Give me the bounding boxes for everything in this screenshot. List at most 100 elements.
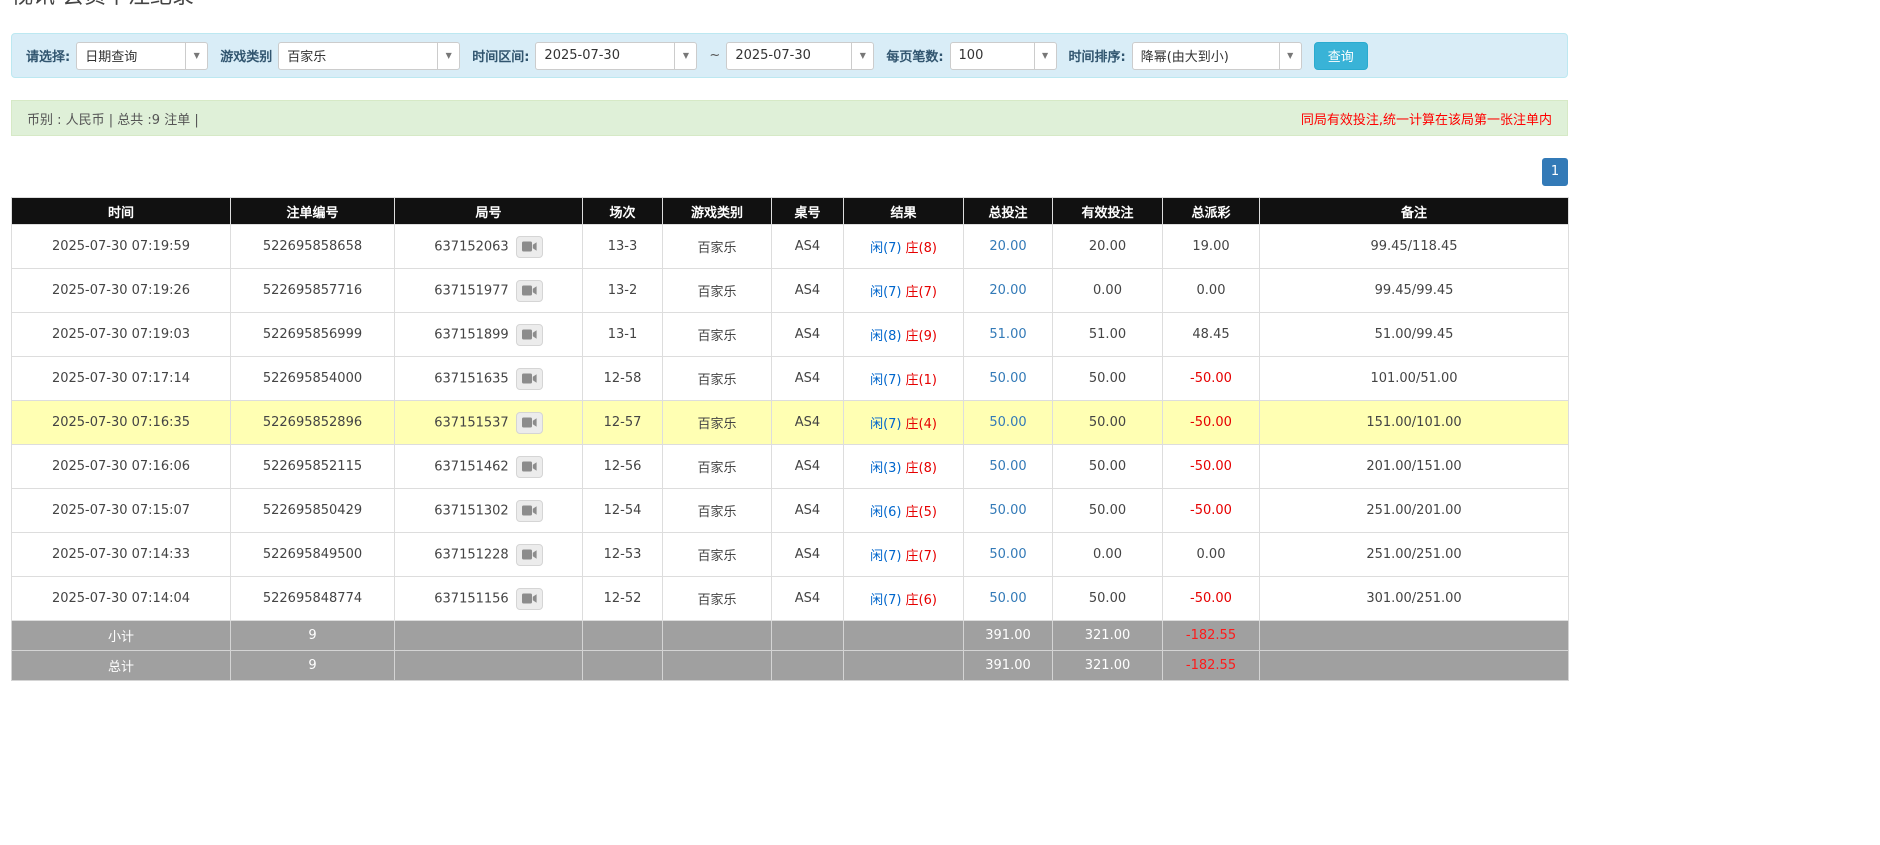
cell-total-bet: 50.00 — [963, 400, 1053, 445]
cell-result: 闲(7) 庄(7) — [843, 532, 964, 577]
cell-time: 2025-07-30 07:14:04 — [11, 576, 231, 621]
cell-session: 12-53 — [582, 532, 663, 577]
player-result: 闲(7) — [870, 241, 902, 256]
video-replay-button[interactable] — [515, 499, 543, 522]
total-bet-link[interactable]: 50.00 — [989, 459, 1026, 474]
cell-round: 637151537 — [394, 400, 583, 445]
cell-game-type: 百家乐 — [662, 268, 772, 313]
video-replay-button[interactable] — [515, 235, 543, 258]
banker-result: 庄(8) — [905, 241, 937, 256]
select-type-label: 请选择: — [26, 50, 71, 65]
filter-bar: 请选择: 日期查询 ▼ 游戏类别 百家乐 ▼ 时间区间: 2025-07-30 … — [11, 33, 1568, 78]
video-camera-icon — [521, 505, 537, 516]
cell-payout: -50.00 — [1162, 576, 1260, 621]
table-row: 2025-07-30 07:16:35 522695852896 6371515… — [11, 400, 1569, 445]
player-result: 闲(7) — [870, 593, 902, 608]
total-bet-link[interactable]: 50.00 — [989, 591, 1026, 606]
total-bet-link[interactable]: 20.00 — [989, 239, 1026, 254]
cell-round: 637152063 — [394, 224, 583, 269]
banker-result: 庄(4) — [905, 417, 937, 432]
cell-time: 2025-07-30 07:16:06 — [11, 444, 231, 489]
video-replay-button[interactable] — [515, 543, 543, 566]
cell-result: 闲(6) 庄(5) — [843, 488, 964, 533]
page-button-1[interactable]: 1 — [1542, 158, 1568, 186]
date-to-value: 2025-07-30 — [735, 48, 811, 63]
table-row: 2025-07-30 07:15:07 522695850429 6371513… — [11, 488, 1569, 533]
col-header-valid-bet: 有效投注 — [1052, 197, 1163, 225]
player-result: 闲(6) — [870, 505, 902, 520]
grand-total-total-bet: 391.00 — [963, 650, 1053, 681]
sort-order-select[interactable]: 降幂(由大到小) ▼ — [1131, 41, 1302, 70]
video-replay-button[interactable] — [515, 367, 543, 390]
total-bet-link[interactable]: 50.00 — [989, 371, 1026, 386]
cell-valid-bet: 50.00 — [1052, 488, 1163, 533]
cell-table-no: AS4 — [771, 400, 844, 445]
subtotal-total-bet: 391.00 — [963, 620, 1053, 651]
banker-result: 庄(5) — [905, 505, 937, 520]
round-number: 637151228 — [434, 547, 509, 562]
video-camera-icon — [521, 241, 537, 252]
col-header-total-bet: 总投注 — [963, 197, 1053, 225]
cell-table-no: AS4 — [771, 224, 844, 269]
video-replay-button[interactable] — [515, 411, 543, 434]
video-camera-icon — [521, 593, 537, 604]
page-size-select[interactable]: 100 ▼ — [949, 41, 1057, 70]
caret-box: ▼ — [674, 42, 696, 69]
page-size-value: 100 — [958, 48, 984, 63]
cell-valid-bet: 20.00 — [1052, 224, 1163, 269]
player-result: 闲(7) — [870, 417, 902, 432]
banker-result: 庄(1) — [905, 373, 937, 388]
video-replay-button[interactable] — [515, 455, 543, 478]
cell-payout: 19.00 — [1162, 224, 1260, 269]
cell-bet-id: 522695848774 — [230, 576, 395, 621]
cell-time: 2025-07-30 07:19:59 — [11, 224, 231, 269]
pagination: 1 — [11, 158, 1568, 186]
cell-time: 2025-07-30 07:17:14 — [11, 356, 231, 401]
table-row: 2025-07-30 07:19:26 522695857716 6371519… — [11, 268, 1569, 313]
grand-total-payout: -182.55 — [1162, 650, 1260, 681]
cell-bet-id: 522695849500 — [230, 532, 395, 577]
round-number: 637151537 — [434, 415, 509, 430]
cell-table-no: AS4 — [771, 576, 844, 621]
total-bet-link[interactable]: 50.00 — [989, 503, 1026, 518]
cell-payout: 0.00 — [1162, 268, 1260, 313]
banker-result: 庄(8) — [905, 461, 937, 476]
cell-note: 99.45/99.45 — [1259, 268, 1569, 313]
date-to-select[interactable]: 2025-07-30 ▼ — [726, 41, 875, 70]
cell-time: 2025-07-30 07:19:26 — [11, 268, 231, 313]
cell-total-bet: 50.00 — [963, 444, 1053, 489]
cell-total-bet: 50.00 — [963, 532, 1053, 577]
cell-table-no: AS4 — [771, 312, 844, 357]
cell-session: 13-1 — [582, 312, 663, 357]
table-row: 2025-07-30 07:14:33 522695849500 6371512… — [11, 532, 1569, 577]
game-type-select[interactable]: 百家乐 ▼ — [278, 41, 461, 70]
video-replay-button[interactable] — [515, 587, 543, 610]
total-bet-link[interactable]: 51.00 — [989, 327, 1026, 342]
video-replay-button[interactable] — [515, 279, 543, 302]
cell-session: 13-2 — [582, 268, 663, 313]
date-from-select[interactable]: 2025-07-30 ▼ — [535, 41, 698, 70]
cell-session: 13-3 — [582, 224, 663, 269]
col-header-result: 结果 — [843, 197, 964, 225]
player-result: 闲(7) — [870, 285, 902, 300]
total-bet-link[interactable]: 50.00 — [989, 415, 1026, 430]
query-type-select[interactable]: 日期查询 ▼ — [76, 41, 209, 70]
page-size-label: 每页笔数: — [886, 50, 944, 65]
cell-session: 12-54 — [582, 488, 663, 533]
cell-game-type: 百家乐 — [662, 576, 772, 621]
video-camera-icon — [521, 329, 537, 340]
sort-order-label: 时间排序: — [1068, 50, 1126, 65]
range-separator: ~ — [709, 48, 721, 63]
total-bet-link[interactable]: 50.00 — [989, 547, 1026, 562]
cell-payout: -50.00 — [1162, 488, 1260, 533]
table-header-row: 时间 注单编号 局号 场次 游戏类别 桌号 结果 总投注 有效投注 总派彩 备注 — [11, 197, 1569, 225]
total-bet-link[interactable]: 20.00 — [989, 283, 1026, 298]
cell-note: 99.45/118.45 — [1259, 224, 1569, 269]
grand-total-valid-bet: 321.00 — [1052, 650, 1163, 681]
search-button[interactable]: 查询 — [1313, 41, 1368, 70]
table-row: 2025-07-30 07:19:59 522695858658 6371520… — [11, 224, 1569, 269]
time-range-label: 时间区间: — [472, 50, 530, 65]
player-result: 闲(8) — [870, 329, 902, 344]
cell-payout: 0.00 — [1162, 532, 1260, 577]
video-replay-button[interactable] — [515, 323, 543, 346]
